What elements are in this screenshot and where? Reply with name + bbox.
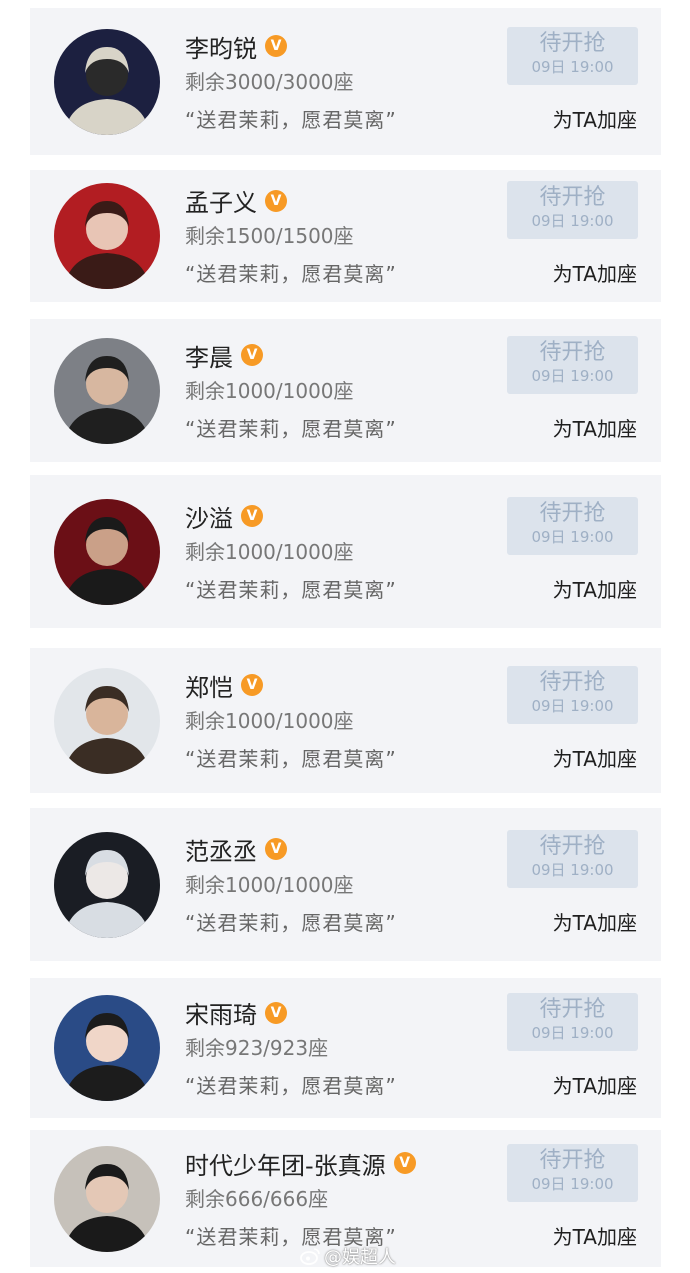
celebrity-card: 李昀锐 V 剩余3000/3000座 “送君茉莉，愿君莫离” 待开抢 09日 1… <box>30 8 661 155</box>
grab-button-label: 待开抢 <box>539 1147 606 1173</box>
seats-remaining: 剩余1000/1000座 <box>185 539 354 564</box>
celebrity-name: 郑恺 <box>185 673 233 702</box>
grab-button-label: 待开抢 <box>539 30 606 56</box>
grab-button-label: 待开抢 <box>539 669 606 695</box>
add-seat-link[interactable]: 为TA加座 <box>553 574 637 603</box>
slogan-text: “送君茉莉，愿君莫离” <box>185 577 397 602</box>
watermark: @娱超人 <box>300 1243 396 1269</box>
avatar[interactable] <box>54 337 160 444</box>
add-seat-link[interactable]: 为TA加座 <box>553 743 637 772</box>
add-seat-link[interactable]: 为TA加座 <box>553 413 637 442</box>
grab-button-label: 待开抢 <box>539 833 606 859</box>
grab-button-time: 09日 19:00 <box>531 1174 614 1193</box>
verified-badge-icon: V <box>241 505 263 527</box>
verified-badge-icon: V <box>265 1001 287 1024</box>
seats-remaining: 剩余1500/1500座 <box>185 224 354 248</box>
celebrity-card: 李晨 V 剩余1000/1000座 “送君茉莉，愿君莫离” 待开抢 09日 19… <box>30 319 661 462</box>
avatar[interactable] <box>54 831 160 938</box>
celebrity-name: 沙溢 <box>185 504 233 533</box>
seats-remaining: 剩余1000/1000座 <box>185 708 354 733</box>
grab-button-time: 09日 19:00 <box>531 366 614 385</box>
weibo-icon <box>300 1248 320 1265</box>
seats-remaining: 剩余1000/1000座 <box>185 378 354 403</box>
grab-button-time: 09日 19:00 <box>531 212 614 230</box>
add-seat-link[interactable]: 为TA加座 <box>553 1221 637 1250</box>
slogan-text: “送君茉莉，愿君莫离” <box>185 262 397 286</box>
grab-button-time: 09日 19:00 <box>531 1024 614 1042</box>
slogan-text: “送君茉莉，愿君莫离” <box>185 1074 397 1098</box>
celebrity-name: 范丞丞 <box>185 837 257 866</box>
slogan-text: “送君茉莉，愿君莫离” <box>185 910 397 935</box>
add-seat-link[interactable]: 为TA加座 <box>553 104 637 133</box>
seats-remaining: 剩余923/923座 <box>185 1036 329 1060</box>
slogan-text: “送君茉莉，愿君莫离” <box>185 416 397 441</box>
grab-seat-button[interactable]: 待开抢 09日 19:00 <box>507 829 638 888</box>
celebrity-name: 孟子义 <box>185 189 257 217</box>
grab-seat-button[interactable]: 待开抢 09日 19:00 <box>507 181 638 239</box>
grab-button-label: 待开抢 <box>539 500 606 526</box>
verified-badge-icon: V <box>265 838 287 860</box>
celebrity-card: 宋雨琦 V 剩余923/923座 “送君茉莉，愿君莫离” 待开抢 09日 19:… <box>30 978 661 1118</box>
grab-seat-button[interactable]: 待开抢 09日 19:00 <box>507 496 638 555</box>
slogan-text: “送君茉莉，愿君莫离” <box>185 746 397 771</box>
verified-badge-icon: V <box>241 674 263 696</box>
grab-button-time: 09日 19:00 <box>531 696 614 715</box>
add-seat-link[interactable]: 为TA加座 <box>553 258 637 287</box>
add-seat-link[interactable]: 为TA加座 <box>553 907 637 936</box>
seats-remaining: 剩余666/666座 <box>185 1186 329 1211</box>
grab-seat-button[interactable]: 待开抢 09日 19:00 <box>507 335 638 394</box>
grab-button-label: 待开抢 <box>539 185 606 210</box>
avatar[interactable] <box>54 667 160 774</box>
celebrity-name: 李昀锐 <box>185 34 257 63</box>
grab-button-time: 09日 19:00 <box>531 860 614 879</box>
avatar[interactable] <box>54 498 160 605</box>
celebrity-card: 范丞丞 V 剩余1000/1000座 “送君茉莉，愿君莫离” 待开抢 09日 1… <box>30 808 661 961</box>
verified-badge-icon: V <box>241 344 263 366</box>
verified-badge-icon: V <box>265 35 287 57</box>
seats-remaining: 剩余3000/3000座 <box>185 69 354 94</box>
grab-seat-button[interactable]: 待开抢 09日 19:00 <box>507 1143 638 1202</box>
avatar[interactable] <box>54 995 160 1101</box>
grab-button-time: 09日 19:00 <box>531 527 614 546</box>
celebrity-name: 李晨 <box>185 343 233 372</box>
celebrity-card: 孟子义 V 剩余1500/1500座 “送君茉莉，愿君莫离” 待开抢 09日 1… <box>30 170 661 302</box>
verified-badge-icon: V <box>393 1152 416 1174</box>
celebrity-name: 时代少年团-张真源 <box>185 1151 386 1180</box>
avatar[interactable] <box>54 28 160 135</box>
celebrity-card: 沙溢 V 剩余1000/1000座 “送君茉莉，愿君莫离” 待开抢 09日 19… <box>30 475 661 628</box>
verified-badge-icon: V <box>265 189 287 212</box>
watermark-text: @娱超人 <box>324 1247 396 1268</box>
celebrity-name: 宋雨琦 <box>185 1001 257 1029</box>
grab-seat-button[interactable]: 待开抢 09日 19:00 <box>507 26 638 85</box>
slogan-text: “送君茉莉，愿君莫离” <box>185 107 397 132</box>
avatar[interactable] <box>54 1145 160 1252</box>
avatar[interactable] <box>54 183 160 289</box>
grab-button-time: 09日 19:00 <box>531 57 614 76</box>
grab-seat-button[interactable]: 待开抢 09日 19:00 <box>507 665 638 724</box>
celebrity-card: 郑恺 V 剩余1000/1000座 “送君茉莉，愿君莫离” 待开抢 09日 19… <box>30 648 661 793</box>
grab-button-label: 待开抢 <box>539 339 606 365</box>
grab-seat-button[interactable]: 待开抢 09日 19:00 <box>507 993 638 1051</box>
grab-button-label: 待开抢 <box>539 997 606 1022</box>
seats-remaining: 剩余1000/1000座 <box>185 872 354 897</box>
add-seat-link[interactable]: 为TA加座 <box>553 1070 637 1099</box>
